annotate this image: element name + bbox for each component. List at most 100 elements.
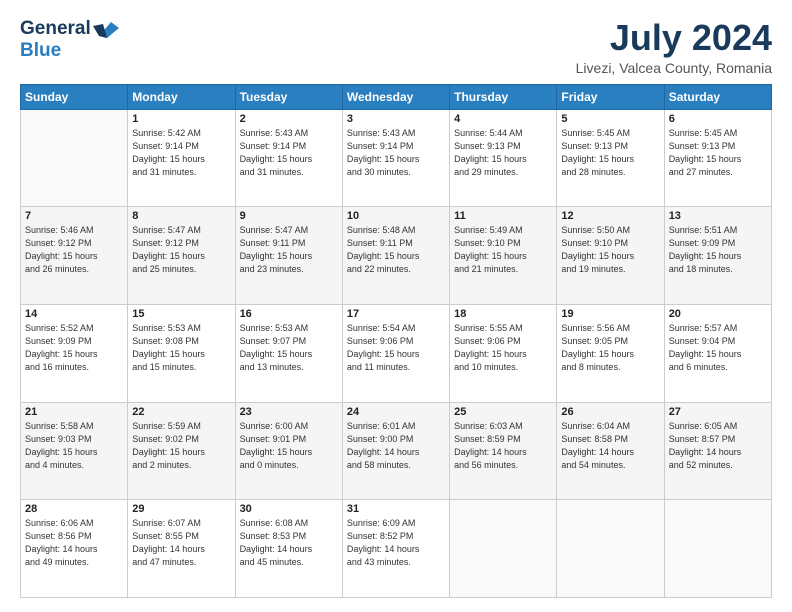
calendar-cell: 1 Sunrise: 5:42 AMSunset: 9:14 PMDaylight… (128, 109, 235, 207)
day-info: Sunrise: 6:08 AMSunset: 8:53 PMDaylight:… (240, 517, 338, 569)
day-number: 5 (561, 113, 659, 125)
day-info: Sunrise: 5:57 AMSunset: 9:04 PMDaylight:… (669, 322, 767, 374)
weekday-header-sunday: Sunday (21, 84, 128, 109)
calendar-cell: 23 Sunrise: 6:00 AMSunset: 9:01 PMDayligh… (235, 402, 342, 500)
calendar-cell: 24 Sunrise: 6:01 AMSunset: 9:00 PMDayligh… (342, 402, 449, 500)
day-info: Sunrise: 5:46 AMSunset: 9:12 PMDaylight:… (25, 224, 123, 276)
day-number: 11 (454, 210, 552, 222)
day-number: 18 (454, 308, 552, 320)
day-info: Sunrise: 5:55 AMSunset: 9:06 PMDaylight:… (454, 322, 552, 374)
month-year: July 2024 (576, 18, 772, 58)
day-info: Sunrise: 5:52 AMSunset: 9:09 PMDaylight:… (25, 322, 123, 374)
calendar-cell: 19Sunrise: 5:56 AMSunset: 9:05 PMDayligh… (557, 304, 664, 402)
weekday-header-monday: Monday (128, 84, 235, 109)
day-number: 20 (669, 308, 767, 320)
day-info: Sunrise: 5:47 AMSunset: 9:11 PMDaylight:… (240, 224, 338, 276)
logo-general: General (20, 18, 91, 40)
calendar-cell (450, 500, 557, 598)
day-info: Sunrise: 5:58 AMSunset: 9:03 PMDaylight:… (25, 420, 123, 472)
day-info: Sunrise: 6:07 AMSunset: 8:55 PMDaylight:… (132, 517, 230, 569)
day-info: Sunrise: 6:05 AMSunset: 8:57 PMDaylight:… (669, 420, 767, 472)
page-header: General Blue July 2024 Livezi, Valcea Co… (20, 18, 772, 76)
location: Livezi, Valcea County, Romania (576, 60, 772, 76)
day-info: Sunrise: 5:48 AMSunset: 9:11 PMDaylight:… (347, 224, 445, 276)
logo: General Blue (20, 18, 119, 62)
day-number: 3 (347, 113, 445, 125)
day-number: 25 (454, 406, 552, 418)
day-number: 24 (347, 406, 445, 418)
day-info: Sunrise: 5:44 AMSunset: 9:13 PMDaylight:… (454, 127, 552, 179)
day-number: 4 (454, 113, 552, 125)
day-number: 1 (132, 113, 230, 125)
calendar-cell: 22Sunrise: 5:59 AMSunset: 9:02 PMDayligh… (128, 402, 235, 500)
day-number: 21 (25, 406, 123, 418)
calendar-cell (557, 500, 664, 598)
calendar-week-1: 1 Sunrise: 5:42 AMSunset: 9:14 PMDaylight… (21, 109, 772, 207)
calendar-cell: 29 Sunrise: 6:07 AMSunset: 8:55 PMDayligh… (128, 500, 235, 598)
day-info: Sunrise: 6:00 AMSunset: 9:01 PMDaylight:… (240, 420, 338, 472)
day-info: Sunrise: 6:06 AMSunset: 8:56 PMDaylight:… (25, 517, 123, 569)
calendar-cell: 15 Sunrise: 5:53 AMSunset: 9:08 PMDayligh… (128, 304, 235, 402)
calendar-cell: 11Sunrise: 5:49 AMSunset: 9:10 PMDayligh… (450, 207, 557, 305)
day-number: 9 (240, 210, 338, 222)
calendar-cell: 7 Sunrise: 5:46 AMSunset: 9:12 PMDaylight… (21, 207, 128, 305)
calendar-week-4: 21 Sunrise: 5:58 AMSunset: 9:03 PMDayligh… (21, 402, 772, 500)
calendar-cell: 2Sunrise: 5:43 AMSunset: 9:14 PMDaylight… (235, 109, 342, 207)
day-number: 30 (240, 503, 338, 515)
day-info: Sunrise: 6:03 AMSunset: 8:59 PMDaylight:… (454, 420, 552, 472)
day-number: 12 (561, 210, 659, 222)
weekday-header-row: SundayMondayTuesdayWednesdayThursdayFrid… (21, 84, 772, 109)
day-number: 28 (25, 503, 123, 515)
day-number: 15 (132, 308, 230, 320)
day-number: 7 (25, 210, 123, 222)
weekday-header-thursday: Thursday (450, 84, 557, 109)
calendar-cell: 16 Sunrise: 5:53 AMSunset: 9:07 PMDayligh… (235, 304, 342, 402)
calendar-cell: 13 Sunrise: 5:51 AMSunset: 9:09 PMDayligh… (664, 207, 771, 305)
day-number: 17 (347, 308, 445, 320)
day-number: 8 (132, 210, 230, 222)
calendar-cell: 21 Sunrise: 5:58 AMSunset: 9:03 PMDayligh… (21, 402, 128, 500)
day-info: Sunrise: 5:42 AMSunset: 9:14 PMDaylight:… (132, 127, 230, 179)
weekday-header-friday: Friday (557, 84, 664, 109)
day-number: 26 (561, 406, 659, 418)
calendar-cell: 20 Sunrise: 5:57 AMSunset: 9:04 PMDayligh… (664, 304, 771, 402)
title-block: July 2024 Livezi, Valcea County, Romania (576, 18, 772, 76)
day-number: 16 (240, 308, 338, 320)
calendar-cell: 17Sunrise: 5:54 AMSunset: 9:06 PMDayligh… (342, 304, 449, 402)
calendar-cell: 18 Sunrise: 5:55 AMSunset: 9:06 PMDayligh… (450, 304, 557, 402)
day-info: Sunrise: 5:53 AMSunset: 9:08 PMDaylight:… (132, 322, 230, 374)
calendar-cell: 12Sunrise: 5:50 AMSunset: 9:10 PMDayligh… (557, 207, 664, 305)
day-number: 19 (561, 308, 659, 320)
calendar-cell: 25 Sunrise: 6:03 AMSunset: 8:59 PMDayligh… (450, 402, 557, 500)
calendar-cell: 8 Sunrise: 5:47 AMSunset: 9:12 PMDaylight… (128, 207, 235, 305)
day-info: Sunrise: 5:51 AMSunset: 9:09 PMDaylight:… (669, 224, 767, 276)
day-info: Sunrise: 5:47 AMSunset: 9:12 PMDaylight:… (132, 224, 230, 276)
calendar-week-2: 7 Sunrise: 5:46 AMSunset: 9:12 PMDaylight… (21, 207, 772, 305)
day-info: Sunrise: 6:01 AMSunset: 9:00 PMDaylight:… (347, 420, 445, 472)
day-number: 23 (240, 406, 338, 418)
calendar-cell: 5Sunrise: 5:45 AMSunset: 9:13 PMDaylight… (557, 109, 664, 207)
calendar-cell: 31Sunrise: 6:09 AMSunset: 8:52 PMDayligh… (342, 500, 449, 598)
day-number: 29 (132, 503, 230, 515)
day-number: 14 (25, 308, 123, 320)
day-number: 10 (347, 210, 445, 222)
day-info: Sunrise: 5:43 AMSunset: 9:14 PMDaylight:… (240, 127, 338, 179)
logo-bird-icon (93, 18, 119, 40)
day-number: 27 (669, 406, 767, 418)
day-info: Sunrise: 5:43 AMSunset: 9:14 PMDaylight:… (347, 127, 445, 179)
day-info: Sunrise: 6:09 AMSunset: 8:52 PMDaylight:… (347, 517, 445, 569)
calendar-cell (664, 500, 771, 598)
day-number: 22 (132, 406, 230, 418)
calendar-cell: 26Sunrise: 6:04 AMSunset: 8:58 PMDayligh… (557, 402, 664, 500)
day-info: Sunrise: 5:53 AMSunset: 9:07 PMDaylight:… (240, 322, 338, 374)
weekday-header-wednesday: Wednesday (342, 84, 449, 109)
calendar-cell: 10 Sunrise: 5:48 AMSunset: 9:11 PMDayligh… (342, 207, 449, 305)
weekday-header-tuesday: Tuesday (235, 84, 342, 109)
logo-blue: Blue (20, 40, 61, 61)
calendar-table: SundayMondayTuesdayWednesdayThursdayFrid… (20, 84, 772, 598)
calendar-week-3: 14 Sunrise: 5:52 AMSunset: 9:09 PMDayligh… (21, 304, 772, 402)
day-number: 6 (669, 113, 767, 125)
calendar-cell (21, 109, 128, 207)
day-number: 13 (669, 210, 767, 222)
calendar-cell: 27 Sunrise: 6:05 AMSunset: 8:57 PMDayligh… (664, 402, 771, 500)
